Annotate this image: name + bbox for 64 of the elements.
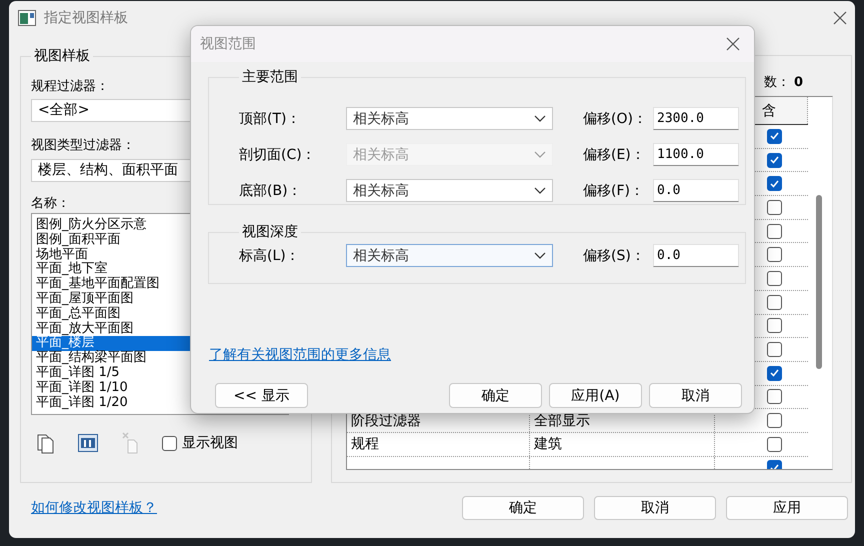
- scrollbar[interactable]: [808, 97, 832, 469]
- checkbox[interactable]: [767, 436, 782, 452]
- checkbox[interactable]: [767, 176, 782, 192]
- field-label: 偏移(S)：: [583, 246, 646, 264]
- rename-icon[interactable]: [78, 434, 98, 452]
- table-cell: 建筑: [530, 432, 715, 456]
- chevron-down-icon: [534, 115, 546, 122]
- table-cell: 规程: [347, 432, 530, 456]
- dialog-button[interactable]: 确定: [462, 496, 584, 520]
- input-field[interactable]: 2300.0: [653, 107, 739, 130]
- close-icon: [833, 11, 847, 25]
- input-field[interactable]: 0.0: [653, 179, 739, 202]
- check-icon: [770, 369, 779, 378]
- dropdown[interactable]: 相关标高: [346, 179, 553, 202]
- scrollbar-thumb[interactable]: [816, 195, 822, 369]
- checkbox[interactable]: [767, 200, 782, 215]
- field-label: 底部(B)：: [239, 182, 303, 200]
- field-label: 偏移(O)：: [583, 110, 648, 128]
- count-value: 0: [794, 74, 803, 92]
- input-field[interactable]: 0.0: [653, 244, 739, 267]
- dialog-button[interactable]: 取消: [649, 383, 742, 408]
- window-title: 视图范围: [200, 35, 256, 53]
- checkbox[interactable]: [767, 413, 782, 428]
- checkbox[interactable]: [767, 247, 782, 262]
- count-label: 数：: [764, 74, 790, 92]
- field-label: 偏移(F)：: [583, 182, 645, 200]
- dialog-button[interactable]: 应用(A): [549, 383, 642, 408]
- checkbox[interactable]: [767, 270, 782, 286]
- toggle-button[interactable]: << 显示: [215, 383, 308, 408]
- chevron-down-icon: [534, 252, 546, 259]
- checkbox[interactable]: [767, 366, 782, 381]
- check-icon: [770, 132, 779, 140]
- checkbox[interactable]: [767, 294, 782, 310]
- checkbox[interactable]: [767, 152, 782, 168]
- checkbox[interactable]: [767, 389, 782, 404]
- field-label: 标高(L)：: [239, 246, 301, 264]
- close-button[interactable]: [833, 11, 847, 25]
- checkbox[interactable]: [767, 128, 782, 144]
- close-button[interactable]: [726, 37, 740, 51]
- checkbox-label[interactable]: 显示视图: [182, 434, 238, 452]
- checkbox[interactable]: [767, 342, 782, 358]
- group-title: 视图深度: [241, 223, 299, 241]
- copy-icon[interactable]: [37, 432, 54, 454]
- checkbox[interactable]: [767, 318, 782, 334]
- field-label: 规程过滤器：: [31, 79, 110, 95]
- group-title: 主要范围: [241, 68, 299, 86]
- group-title: 视图样板: [33, 47, 91, 65]
- field-label: 名称：: [31, 196, 71, 212]
- check-icon: [770, 156, 779, 164]
- app-icon: [18, 10, 36, 26]
- dropdown[interactable]: 相关标高: [346, 244, 553, 267]
- chevron-down-icon: [534, 151, 546, 158]
- dialog-button[interactable]: 确定: [449, 383, 542, 408]
- close-icon: [726, 37, 740, 51]
- chevron-down-icon: [534, 187, 546, 194]
- field-label: 偏移(E)：: [583, 146, 646, 164]
- checkbox[interactable]: [162, 436, 177, 450]
- help-link[interactable]: 如何修改视图样板？: [31, 499, 157, 517]
- dialog-button[interactable]: 取消: [594, 496, 716, 520]
- window-title: 指定视图样板: [44, 9, 128, 27]
- dialog-button[interactable]: 应用: [726, 496, 848, 520]
- checkbox[interactable]: [767, 224, 782, 239]
- check-icon: [770, 180, 779, 188]
- dropdown[interactable]: 相关标高: [346, 107, 553, 130]
